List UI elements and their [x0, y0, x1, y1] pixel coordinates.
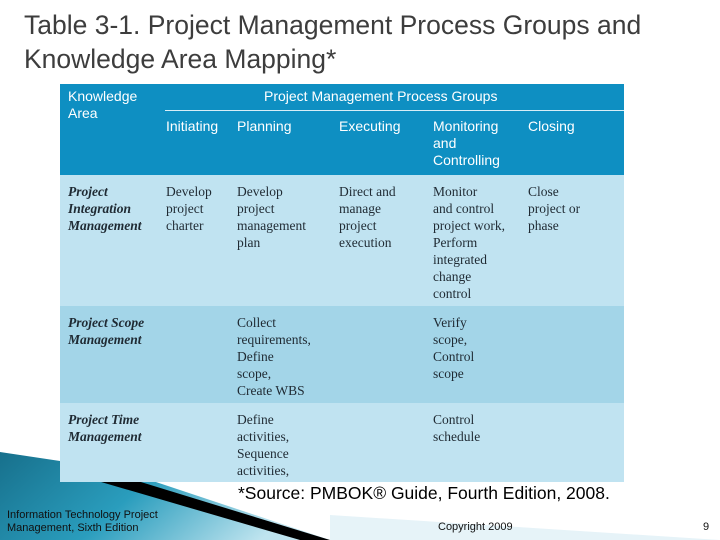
footer-book-title: Information Technology Project Managemen…	[7, 509, 158, 534]
knowledge-area-cell: Project Scope Management	[68, 315, 145, 347]
table-cell: Develop project charter	[166, 184, 212, 233]
table-row: Project Integration Management Develop p…	[60, 175, 624, 306]
table-cell: Define activities, Sequence activities,	[237, 412, 290, 478]
column-header-closing: Closing	[528, 118, 575, 134]
column-header-monitoring: Monitoring and Controlling	[433, 118, 500, 168]
table-cell: Close project or phase	[528, 184, 581, 233]
table-cell: Collect requirements, Define scope, Crea…	[237, 315, 311, 398]
slide-title: Table 3-1. Project Management Process Gr…	[24, 10, 642, 74]
knowledge-area-cell: Project Integration Management	[68, 184, 142, 233]
source-note: *Source: PMBOK® Guide, Fourth Edition, 2…	[238, 483, 610, 503]
page-number: 9	[703, 521, 710, 533]
table-cell: Verify scope, Control scope	[433, 315, 475, 381]
knowledge-area-header: Knowledge Area	[68, 88, 138, 121]
process-mapping-table: Knowledge Area Project Management Proces…	[60, 84, 624, 482]
footer-copyright: Copyright 2009	[438, 521, 513, 533]
table-row: Project Time Management Define activitie…	[60, 403, 624, 482]
table-cell: Develop project management plan	[237, 184, 306, 250]
table-cell: Direct and manage project execution	[339, 184, 396, 250]
table-cell: Monitor and control project work, Perfor…	[433, 184, 505, 301]
table-cell: Control schedule	[433, 412, 481, 444]
process-groups-header: Project Management Process Groups	[264, 88, 498, 104]
knowledge-area-cell: Project Time Management	[68, 412, 142, 444]
header-divider	[165, 110, 624, 111]
column-header-planning: Planning	[237, 118, 292, 134]
table-row: Project Scope Management Collect require…	[60, 306, 624, 403]
table-header: Knowledge Area Project Management Proces…	[60, 84, 624, 175]
column-header-executing: Executing	[339, 118, 401, 134]
column-header-initiating: Initiating	[166, 118, 219, 134]
